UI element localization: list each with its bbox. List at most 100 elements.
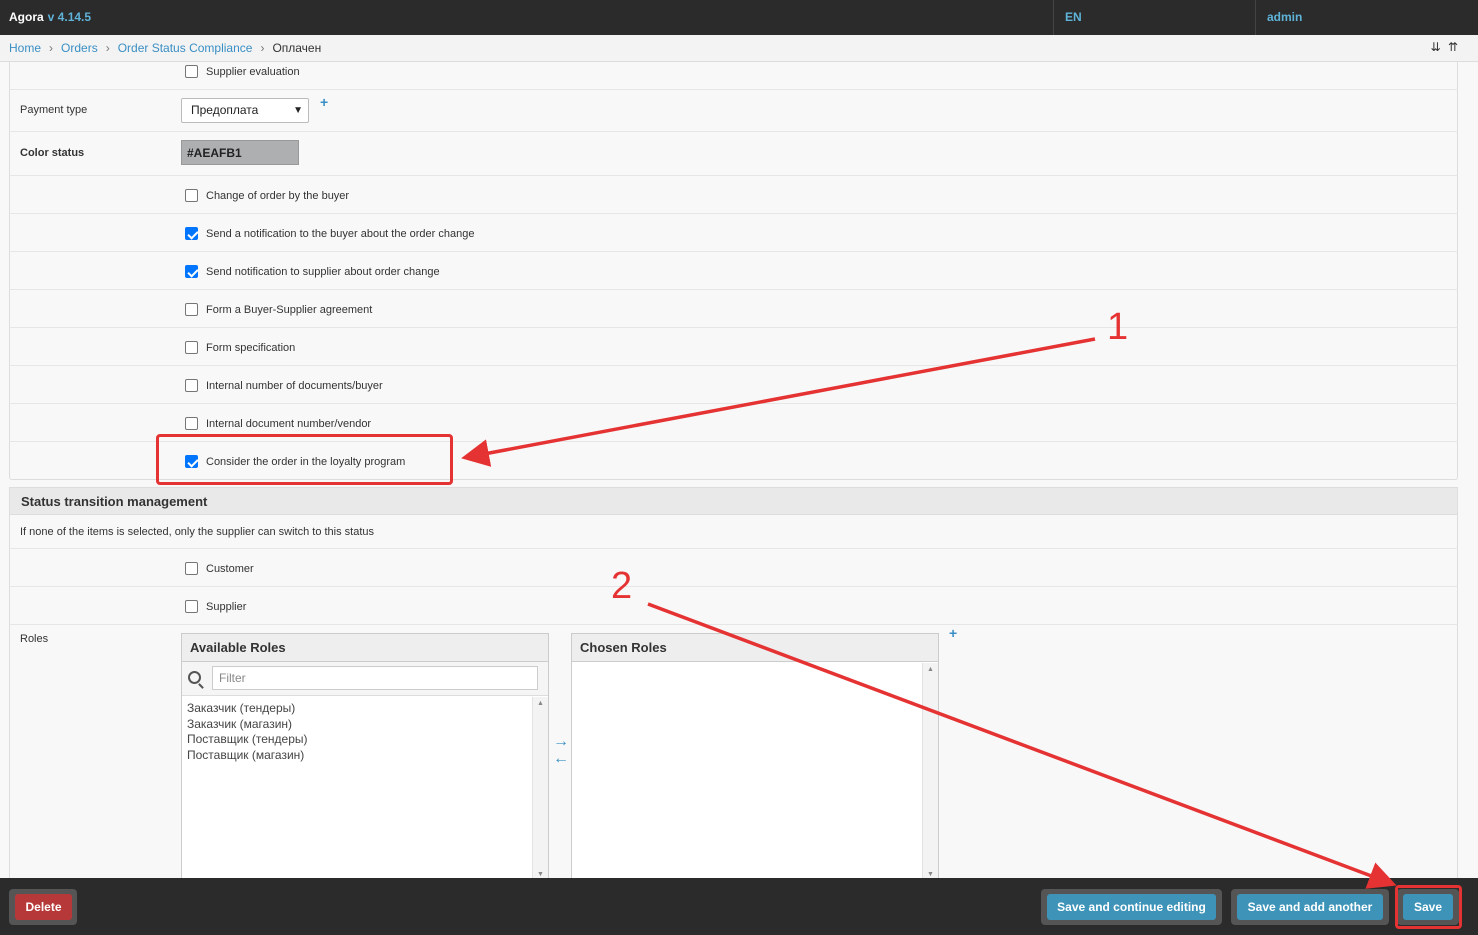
row-agreement: Form a Buyer-Supplier agreement xyxy=(9,290,1458,328)
internal-number-buyer-checkbox[interactable]: Internal number of documents/buyer xyxy=(185,379,383,392)
specification-checkbox[interactable]: Form specification xyxy=(185,341,295,354)
delete-button[interactable]: Delete xyxy=(15,894,72,920)
row-supplier: Supplier xyxy=(9,587,1458,625)
checkbox-box[interactable] xyxy=(185,265,198,278)
arrow-left-icon[interactable]: ← xyxy=(553,750,569,767)
brand[interactable]: Agora v 4.14.5 xyxy=(9,10,91,24)
row-notify-buyer: Send a notification to the buyer about t… xyxy=(9,214,1458,252)
payment-type-label: Payment type xyxy=(20,104,88,116)
help-text: If none of the items is selected, only t… xyxy=(20,526,375,538)
brand-name: Agora xyxy=(9,10,44,24)
breadcrumb-separator: › xyxy=(105,41,110,55)
supplier-evaluation-checkbox[interactable]: Supplier evaluation xyxy=(185,65,300,78)
add-role-icon[interactable]: + xyxy=(949,625,957,641)
available-roles-box: Available Roles Filter Заказчик (тендеры… xyxy=(181,633,549,883)
chosen-roles-list[interactable] xyxy=(572,663,922,882)
checkbox-box[interactable] xyxy=(185,189,198,202)
available-roles-filter: Filter xyxy=(182,662,548,696)
notify-buyer-checkbox[interactable]: Send a notification to the buyer about t… xyxy=(185,227,474,240)
annotation-number-1: 1 xyxy=(1107,306,1129,348)
checkbox-box[interactable] xyxy=(185,600,198,613)
list-item[interactable]: Поставщик (тендеры) xyxy=(187,732,527,748)
save-and-add-button[interactable]: Save and add another xyxy=(1237,894,1383,920)
filter-input[interactable]: Filter xyxy=(212,666,538,690)
row-roles: Roles Available Roles Filter Заказчик (т… xyxy=(9,625,1458,895)
scroll-up-icon[interactable]: ▲ xyxy=(537,700,544,707)
list-item[interactable]: Заказчик (тендеры) xyxy=(187,701,527,717)
checkbox-label: Form specification xyxy=(206,341,296,354)
notify-supplier-checkbox[interactable]: Send notification to supplier about orde… xyxy=(185,265,440,278)
checkbox-box[interactable] xyxy=(185,303,198,316)
breadcrumb: Home › Orders › Order Status Compliance › Опла… xyxy=(0,35,1478,62)
version-label: v 4.14.5 xyxy=(47,10,92,24)
checkbox-label: Send a notification to the buyer about t… xyxy=(206,227,475,240)
color-status-label: Color status xyxy=(20,147,85,159)
checkbox-label: Internal number of documents/buyer xyxy=(206,379,383,392)
list-item[interactable]: Поставщик (магазин) xyxy=(187,748,527,764)
row-specification: Form specification xyxy=(9,328,1458,366)
row-customer: Customer xyxy=(9,549,1458,587)
checkbox-label: Form a Buyer-Supplier agreement xyxy=(206,303,373,316)
checkbox-label: Change of order by the buyer xyxy=(206,189,350,202)
section-title: Status transition management xyxy=(9,487,1458,515)
row-change-order: Change of order by the buyer xyxy=(9,176,1458,214)
user-menu[interactable]: admin xyxy=(1255,0,1478,35)
status-transition-section: Status transition management If none of … xyxy=(9,487,1458,895)
roles-label: Roles xyxy=(20,633,49,645)
row-color-status: Color status #AEAFB1 xyxy=(9,132,1458,176)
arrow-right-icon[interactable]: → xyxy=(553,733,569,750)
checkbox-box[interactable] xyxy=(185,341,198,354)
available-roles-list[interactable]: Заказчик (тендеры) Заказчик (магазин) По… xyxy=(182,697,532,882)
scrollbar[interactable]: ▲ ▼ xyxy=(922,663,938,882)
scrollbar[interactable]: ▲ ▼ xyxy=(532,697,548,882)
supplier-checkbox[interactable]: Supplier xyxy=(185,600,246,613)
select-value: Предоплата xyxy=(191,103,259,117)
collapse-expand-icon[interactable]: ⇊ ⇈ xyxy=(1431,40,1460,54)
row-payment-type: Payment type Предоплата ▼ + xyxy=(9,90,1458,132)
selector-arrows: → ← xyxy=(553,733,569,767)
language-switcher[interactable]: EN xyxy=(1053,0,1255,35)
scroll-up-icon[interactable]: ▲ xyxy=(927,666,934,673)
row-internal-number-buyer: Internal number of documents/buyer xyxy=(9,366,1458,404)
internal-number-vendor-checkbox[interactable]: Internal document number/vendor xyxy=(185,417,371,430)
chosen-roles-box: Chosen Roles ▲ ▼ xyxy=(571,633,939,883)
list-item[interactable]: Заказчик (магазин) xyxy=(187,717,527,733)
checkbox-box[interactable] xyxy=(185,562,198,575)
annotation-highlight-loyalty xyxy=(156,434,453,485)
checkbox-label: Send notification to supplier about orde… xyxy=(206,265,440,278)
checkbox-label: Supplier evaluation xyxy=(206,65,300,78)
search-icon xyxy=(188,671,201,684)
available-roles-title: Available Roles xyxy=(182,634,548,662)
breadcrumb-order-status-compliance[interactable]: Order Status Compliance xyxy=(118,41,253,55)
agreement-checkbox[interactable]: Form a Buyer-Supplier agreement xyxy=(185,303,372,316)
row-help: If none of the items is selected, only t… xyxy=(9,515,1458,549)
color-status-input[interactable]: #AEAFB1 xyxy=(181,140,299,165)
checkbox-label: Internal document number/vendor xyxy=(206,417,372,430)
checkbox-box[interactable] xyxy=(185,227,198,240)
scroll-down-icon[interactable]: ▼ xyxy=(927,871,934,878)
annotation-highlight-save xyxy=(1395,885,1462,929)
payment-type-select[interactable]: Предоплата ▼ xyxy=(181,98,309,123)
customer-checkbox[interactable]: Customer xyxy=(185,562,254,575)
annotation-number-2: 2 xyxy=(611,565,633,607)
breadcrumb-separator: › xyxy=(49,41,54,55)
save-and-continue-button[interactable]: Save and continue editing xyxy=(1047,894,1216,920)
checkbox-label: Supplier xyxy=(206,600,247,613)
row-notify-supplier: Send notification to supplier about orde… xyxy=(9,252,1458,290)
add-payment-type-icon[interactable]: + xyxy=(320,94,328,110)
row-supplier-evaluation: Supplier evaluation xyxy=(9,62,1458,90)
checkbox-box[interactable] xyxy=(185,379,198,392)
breadcrumb-orders[interactable]: Orders xyxy=(61,41,98,55)
breadcrumb-home[interactable]: Home xyxy=(9,41,41,55)
breadcrumb-separator: › xyxy=(260,41,265,55)
checkbox-box[interactable] xyxy=(185,65,198,78)
scroll-down-icon[interactable]: ▼ xyxy=(537,871,544,878)
top-header: Agora v 4.14.5 EN admin xyxy=(0,0,1478,35)
chosen-roles-title: Chosen Roles xyxy=(572,634,938,662)
checkbox-label: Customer xyxy=(206,562,254,575)
checkbox-box[interactable] xyxy=(185,417,198,430)
breadcrumb-current: Оплачен xyxy=(272,41,322,55)
footer-toolbar: Delete Save and continue editing Save an… xyxy=(0,878,1478,935)
chevron-down-icon: ▼ xyxy=(293,105,303,116)
change-order-checkbox[interactable]: Change of order by the buyer xyxy=(185,189,349,202)
